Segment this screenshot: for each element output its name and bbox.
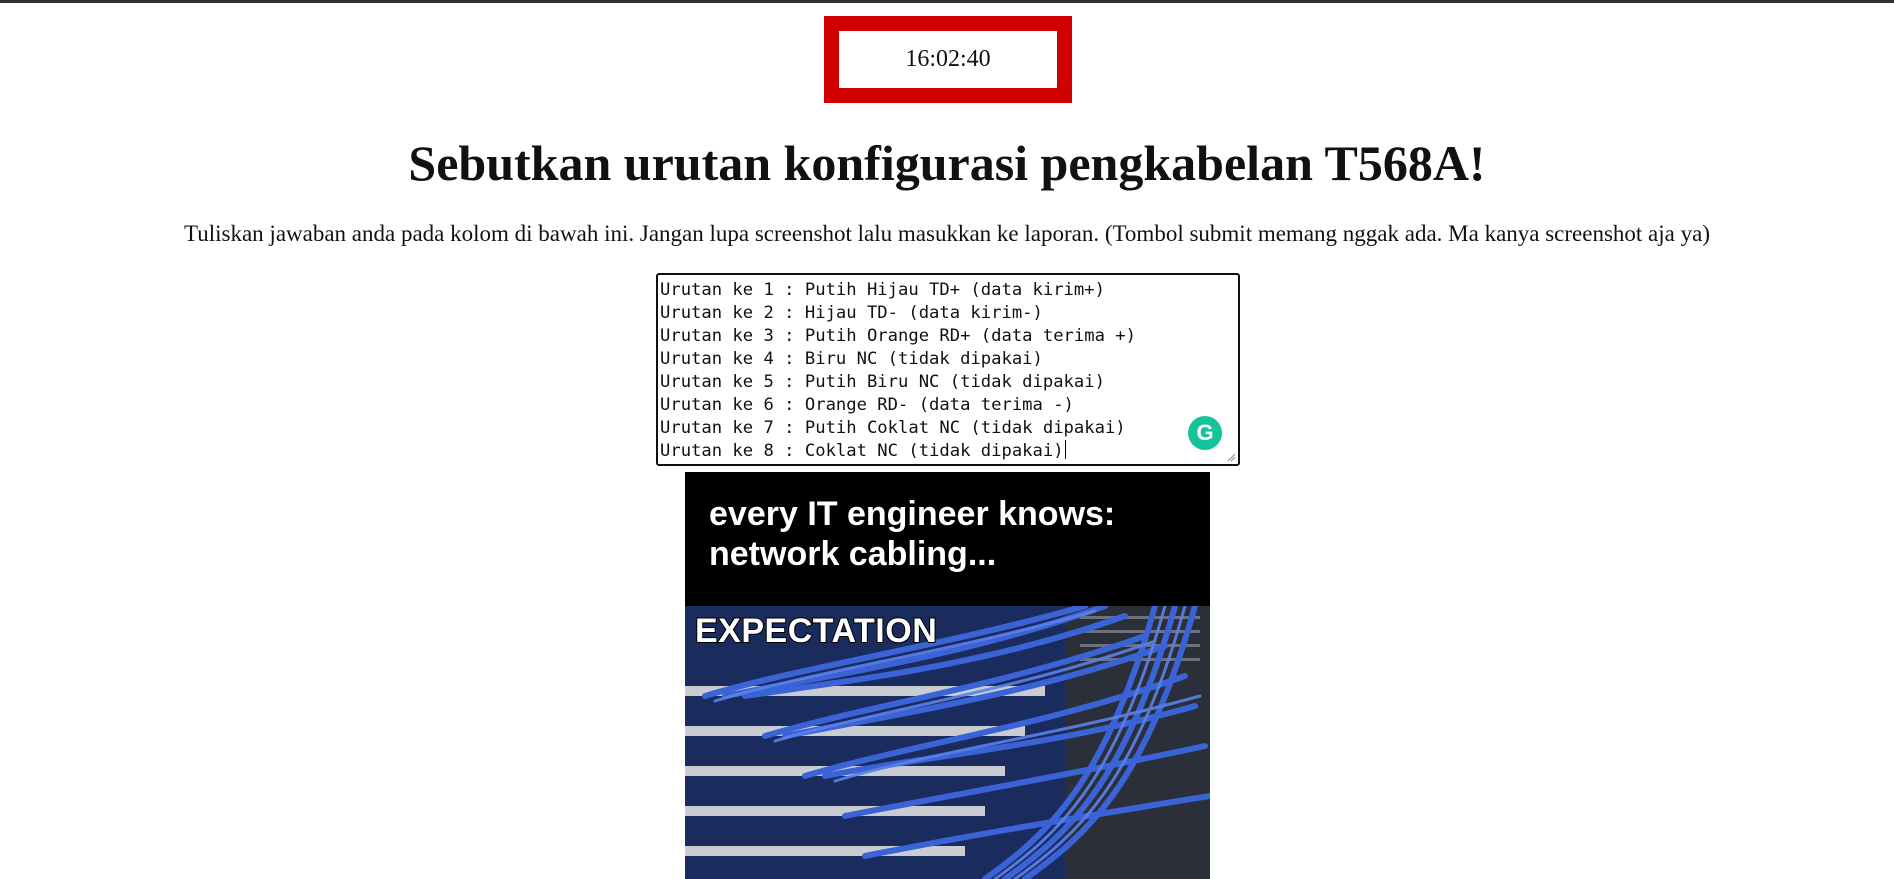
- answer-line: Urutan ke 6 : Orange RD- (data terima -): [660, 395, 1074, 415]
- answer-line: Urutan ke 3 : Putih Orange RD+ (data ter…: [660, 326, 1136, 346]
- answer-line: Urutan ke 4 : Biru NC (tidak dipakai): [660, 349, 1043, 369]
- meme-caption-line-1: every IT engineer knows:: [709, 495, 1116, 533]
- answer-line: Urutan ke 2 : Hijau TD- (data kirim-): [660, 303, 1043, 323]
- grammarly-icon[interactable]: G: [1188, 416, 1222, 450]
- meme-caption-line-2: network cabling...: [709, 535, 997, 573]
- question-title: Sebutkan urutan konfigurasi pengkabelan …: [408, 135, 1486, 191]
- question-instruction: Tuliskan jawaban anda pada kolom di bawa…: [184, 221, 1710, 246]
- answer-text[interactable]: Urutan ke 1 : Putih Hijau TD+ (data kiri…: [658, 275, 1238, 464]
- timer-value: 16:02:40: [905, 46, 991, 72]
- timer-box: 16:02:40: [824, 16, 1072, 103]
- answer-textarea[interactable]: Urutan ke 1 : Putih Hijau TD+ (data kiri…: [656, 273, 1240, 466]
- answer-line: Urutan ke 1 : Putih Hijau TD+ (data kiri…: [660, 280, 1105, 300]
- meme-photo-cabling: EXPECTATION: [685, 606, 1210, 879]
- text-caret: [1064, 440, 1066, 459]
- meme-panel-label: EXPECTATION: [694, 611, 938, 651]
- meme-image: every IT engineer knows: network cabling…: [685, 472, 1210, 879]
- answer-line: Urutan ke 8 : Coklat NC (tidak dipakai): [660, 440, 1066, 461]
- meme-caption: every IT engineer knows: network cabling…: [685, 472, 1210, 606]
- answer-line: Urutan ke 5 : Putih Biru NC (tidak dipak…: [660, 372, 1105, 392]
- top-border: [0, 0, 1894, 3]
- resize-handle-icon[interactable]: [1226, 452, 1236, 462]
- answer-line: Urutan ke 7 : Putih Coklat NC (tidak dip…: [660, 418, 1126, 438]
